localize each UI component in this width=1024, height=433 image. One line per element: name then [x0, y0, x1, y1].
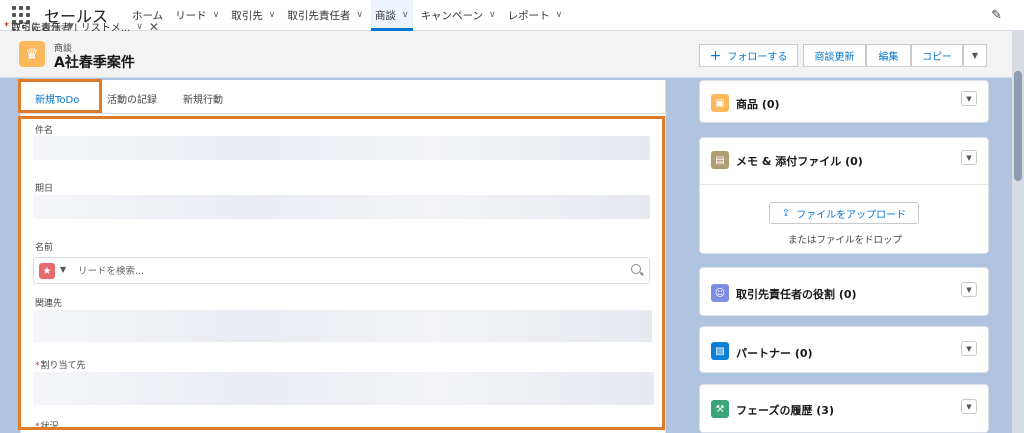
caret-down-icon[interactable]: ▼ — [67, 22, 74, 32]
nav-item-label: レポート — [507, 9, 550, 22]
nav-item-label: キャンペーン — [420, 9, 484, 22]
update-opportunity-button[interactable]: 商談更新 — [803, 44, 866, 67]
update-button-label: 商談更新 — [814, 52, 855, 63]
nav-item-label: 取引先 — [231, 9, 263, 22]
products-icon: ▣ — [711, 94, 729, 112]
upload-files-label: ファイルをアップロード — [796, 209, 907, 221]
nav-item-label: リード — [175, 9, 207, 22]
card-contact-roles: ☺ 取引先責任者の役割 (0) ▼ — [699, 267, 989, 316]
drop-files-hint: またはファイルをドロップ — [787, 235, 902, 246]
upload-icon: ⇪ — [781, 207, 791, 219]
tab-log-call[interactable]: 活動の記録 — [107, 91, 157, 106]
chevron-down-icon[interactable]: ∨ — [356, 10, 363, 20]
card-products: ▣ 商品 (0) ▼ — [699, 80, 989, 123]
follow-button-label: フォローする — [727, 52, 788, 63]
nav-item-reports[interactable]: レポート ∨ — [504, 0, 567, 31]
card-menu-button[interactable]: ▼ — [961, 282, 977, 297]
scrollbar-thumb[interactable] — [1014, 71, 1022, 181]
global-nav: セールス ホーム リード ∨ 取引先 ∨ 取引先責任者 ∨ 商談 ∨ キャンペーン ∨ レ… — [0, 0, 1024, 34]
highlight-task-form — [18, 116, 665, 430]
card-menu-button[interactable]: ▼ — [961, 150, 977, 165]
chevron-down-icon[interactable]: ∨ — [556, 10, 563, 20]
contact-roles-icon: ☺ — [711, 284, 729, 302]
highlight-new-task-tab — [18, 79, 102, 113]
record-title: A社春季案件 — [54, 55, 135, 71]
edit-button[interactable]: 編集 — [866, 44, 911, 67]
card-contact-roles-title[interactable]: 取引先責任者の役割 (0) — [736, 286, 857, 302]
card-notes-attachments: ▤ メモ & 添付ファイル (0) ▼ ⇪ ファイルをアップロード またはファイル… — [699, 137, 989, 254]
nav-item-contacts[interactable]: 取引先責任者 ∨ — [283, 0, 367, 31]
edit-button-label: 編集 — [878, 52, 899, 63]
chevron-down-icon[interactable]: ∨ — [136, 22, 143, 32]
wrench-icon: ⚒ — [711, 400, 729, 418]
card-partners: ▧ パートナー (0) ▼ — [699, 326, 989, 373]
card-notes-title[interactable]: メモ & 添付ファイル (0) — [736, 153, 863, 169]
nav-item-label: 商談 — [374, 9, 396, 22]
card-partners-title[interactable]: パートナー (0) — [736, 345, 813, 361]
card-stage-history: ⚒ フェーズの履歴 (3) ▼ — [699, 384, 989, 433]
nav-item-accounts[interactable]: 取引先 ∨ — [227, 0, 279, 31]
chevron-down-icon[interactable]: ∨ — [269, 10, 276, 20]
card-menu-button[interactable]: ▼ — [961, 91, 977, 106]
chevron-down-icon[interactable]: ∨ — [402, 10, 409, 20]
caret-down-icon: ▼ — [971, 51, 979, 60]
nav-item-campaigns[interactable]: キャンペーン ∨ — [417, 0, 500, 31]
page-scrollbar[interactable] — [1012, 31, 1024, 433]
chevron-down-icon[interactable]: ∨ — [489, 10, 496, 20]
nav-item-label: 取引先責任者 — [287, 9, 351, 22]
crown-icon: ♛ — [19, 41, 45, 67]
record-header: ♛ 商談 A社春季案件 + フォローする 商談更新 編集 コピー ▼ — [0, 31, 1012, 78]
nav-item-opportunities[interactable]: 商談 ∨ — [370, 0, 413, 31]
partners-icon: ▧ — [711, 342, 729, 360]
follow-button[interactable]: + フォローする — [699, 44, 798, 67]
card-menu-button[interactable]: ▼ — [961, 399, 977, 414]
notes-icon: ▤ — [711, 151, 729, 169]
nav-item-leads[interactable]: リード ∨ — [171, 0, 223, 31]
upload-files-button[interactable]: ⇪ ファイルをアップロード — [769, 202, 919, 224]
activity-tabs: 新規ToDo 活動の記録 新規行動 — [21, 80, 667, 114]
card-stage-history-title[interactable]: フェーズの履歴 (3) — [736, 402, 834, 418]
copy-button[interactable]: コピー — [911, 44, 963, 67]
more-actions-button[interactable]: ▼ — [963, 44, 987, 67]
plus-icon: + — [709, 47, 722, 64]
edit-nav-pencil-icon[interactable]: ✎ — [991, 8, 1002, 23]
card-menu-button[interactable]: ▼ — [961, 341, 977, 356]
copy-button-label: コピー — [922, 52, 952, 63]
tab-new-event[interactable]: 新規行動 — [183, 91, 223, 106]
card-products-title[interactable]: 商品 (0) — [736, 96, 780, 112]
card-divider — [700, 184, 988, 185]
chevron-down-icon[interactable]: ∨ — [213, 10, 220, 20]
